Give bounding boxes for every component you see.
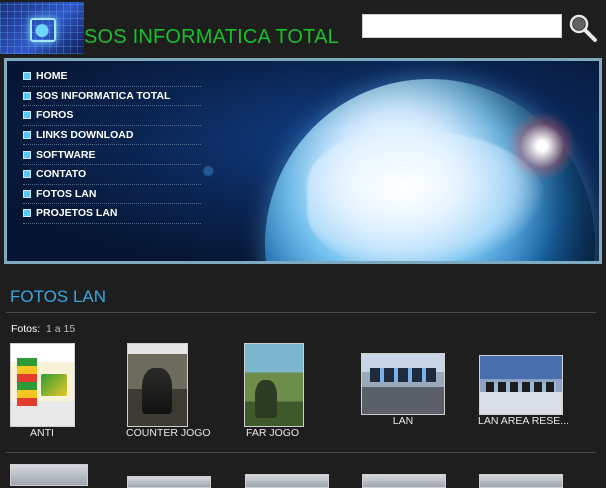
header: SOS INFORMATICA TOTAL xyxy=(0,0,606,58)
photo-caption[interactable]: ANTI xyxy=(10,427,74,439)
photo-thumbnail-lan[interactable]: LAN xyxy=(361,353,447,433)
photo-thumbnail-far-jogo[interactable]: FAR JOGO xyxy=(244,343,314,443)
bullet-icon xyxy=(23,170,31,179)
nav-item-label: HOME xyxy=(36,70,68,83)
banner: HOME SOS INFORMATICA TOTAL FOROS LINKS D… xyxy=(4,58,602,264)
photo-caption[interactable]: LAN xyxy=(361,415,445,427)
section-title: FOTOS LAN xyxy=(10,287,107,306)
bullet-icon xyxy=(23,131,31,140)
nav-item-label: LINKS DOWNLOAD xyxy=(36,129,134,142)
bullet-icon xyxy=(23,189,31,198)
fotos-label: Fotos: xyxy=(11,323,41,335)
bullet-icon xyxy=(23,111,31,120)
site-title[interactable]: SOS INFORMATICA TOTAL xyxy=(84,26,339,49)
nav-item-label: SOFTWARE xyxy=(36,148,96,161)
nav-item-projetos-lan[interactable]: PROJETOS LAN xyxy=(23,204,201,224)
bullet-icon xyxy=(23,150,31,159)
nav-item-sos-informatica-total[interactable]: SOS INFORMATICA TOTAL xyxy=(23,87,201,107)
nav-item-label: SOS INFORMATICA TOTAL xyxy=(36,89,171,102)
search-input[interactable] xyxy=(362,14,562,38)
photo-thumbnail-lan-area-reservada[interactable]: LAN AREA RESE... xyxy=(478,355,588,435)
photo-image[interactable] xyxy=(479,355,563,415)
bullet-icon xyxy=(23,91,31,100)
fotos-range: 1 a 15 xyxy=(46,323,76,335)
photo-caption[interactable]: COUNTER JOGO xyxy=(126,427,211,439)
nav-item-software[interactable]: SOFTWARE xyxy=(23,145,201,165)
nav-item-label: FOTOS LAN xyxy=(36,187,97,200)
bullet-icon xyxy=(23,72,31,81)
bullet-icon xyxy=(23,209,31,218)
divider xyxy=(6,452,596,453)
photo-thumbnail-anti[interactable]: ANTI xyxy=(10,343,76,443)
light-flare xyxy=(507,111,577,181)
photo-caption[interactable]: LAN AREA RESE... xyxy=(478,415,569,427)
nav-item-fotos-lan[interactable]: FOTOS LAN xyxy=(23,185,201,205)
photo-image[interactable] xyxy=(479,474,563,488)
photo-image[interactable] xyxy=(362,474,446,488)
photo-image[interactable] xyxy=(10,464,88,486)
nav-item-links-download[interactable]: LINKS DOWNLOAD xyxy=(23,126,201,146)
nav-item-home[interactable]: HOME xyxy=(23,67,201,87)
photo-image[interactable] xyxy=(127,476,211,488)
magnifier-icon[interactable] xyxy=(568,13,598,43)
circuit-chip-icon[interactable] xyxy=(0,2,84,54)
photo-image[interactable] xyxy=(10,343,75,427)
divider xyxy=(6,312,596,313)
photo-thumbnail-counter-jogo[interactable]: COUNTER JOGO xyxy=(126,343,216,443)
photo-caption[interactable]: FAR JOGO xyxy=(246,427,299,439)
main-nav: HOME SOS INFORMATICA TOTAL FOROS LINKS D… xyxy=(23,67,201,224)
nav-item-label: PROJETOS LAN xyxy=(36,207,118,220)
nav-item-contato[interactable]: CONTATO xyxy=(23,165,201,185)
photo-image[interactable] xyxy=(127,343,188,427)
photo-image[interactable] xyxy=(244,343,304,427)
photo-image[interactable] xyxy=(245,474,329,488)
nav-item-label: FOROS xyxy=(36,109,74,122)
photo-image[interactable] xyxy=(361,353,445,415)
nav-item-foros[interactable]: FOROS xyxy=(23,106,201,126)
nav-item-label: CONTATO xyxy=(36,168,87,181)
